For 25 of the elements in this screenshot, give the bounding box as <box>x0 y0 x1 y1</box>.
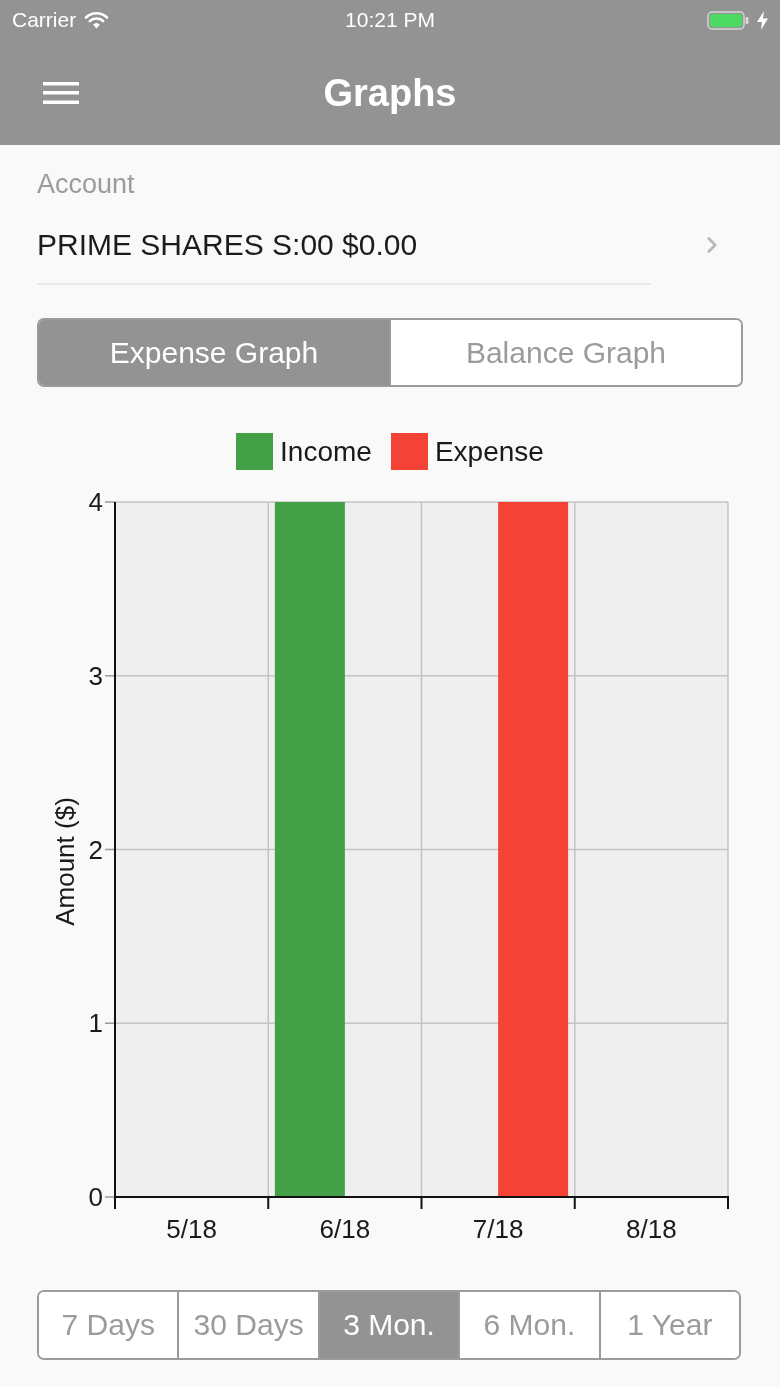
page-title: Graphs <box>323 70 457 115</box>
x-tick-label: 7/18 <box>472 1214 524 1244</box>
y-tick-label: 1 <box>88 1008 103 1039</box>
y-tick-label: 2 <box>88 834 103 865</box>
y-axis-title: Amount ($) <box>50 797 80 926</box>
menu-icon[interactable] <box>43 81 79 104</box>
y-tick-label: 4 <box>88 490 103 517</box>
x-tick-label: 6/18 <box>319 1214 371 1244</box>
x-tick-label: 8/18 <box>626 1214 677 1244</box>
account-label: Account <box>37 169 136 199</box>
legend-label: Expense <box>434 434 544 469</box>
clock-time: 10:21 PM <box>345 8 435 32</box>
y-tick-label: 3 <box>88 660 103 691</box>
carrier-name: Carrier <box>12 8 77 32</box>
x-tick-label: 5/18 <box>166 1214 217 1244</box>
y-tick-label: 0 <box>88 1182 103 1212</box>
legend-label: Income <box>280 434 372 469</box>
segment-tab[interactable]: 1 Year <box>598 1292 739 1358</box>
wifi-icon <box>84 11 110 29</box>
account-value[interactable]: PRIME SHARES S:00 $0.00 <box>37 227 418 263</box>
lightning-bolt-icon <box>757 10 768 30</box>
segment-tab[interactable]: 3 Mon. <box>317 1292 459 1358</box>
segment-tab[interactable]: Expense Graph <box>39 320 389 385</box>
battery-icon <box>707 10 749 30</box>
segment-tab[interactable]: Balance Graph <box>389 320 741 385</box>
